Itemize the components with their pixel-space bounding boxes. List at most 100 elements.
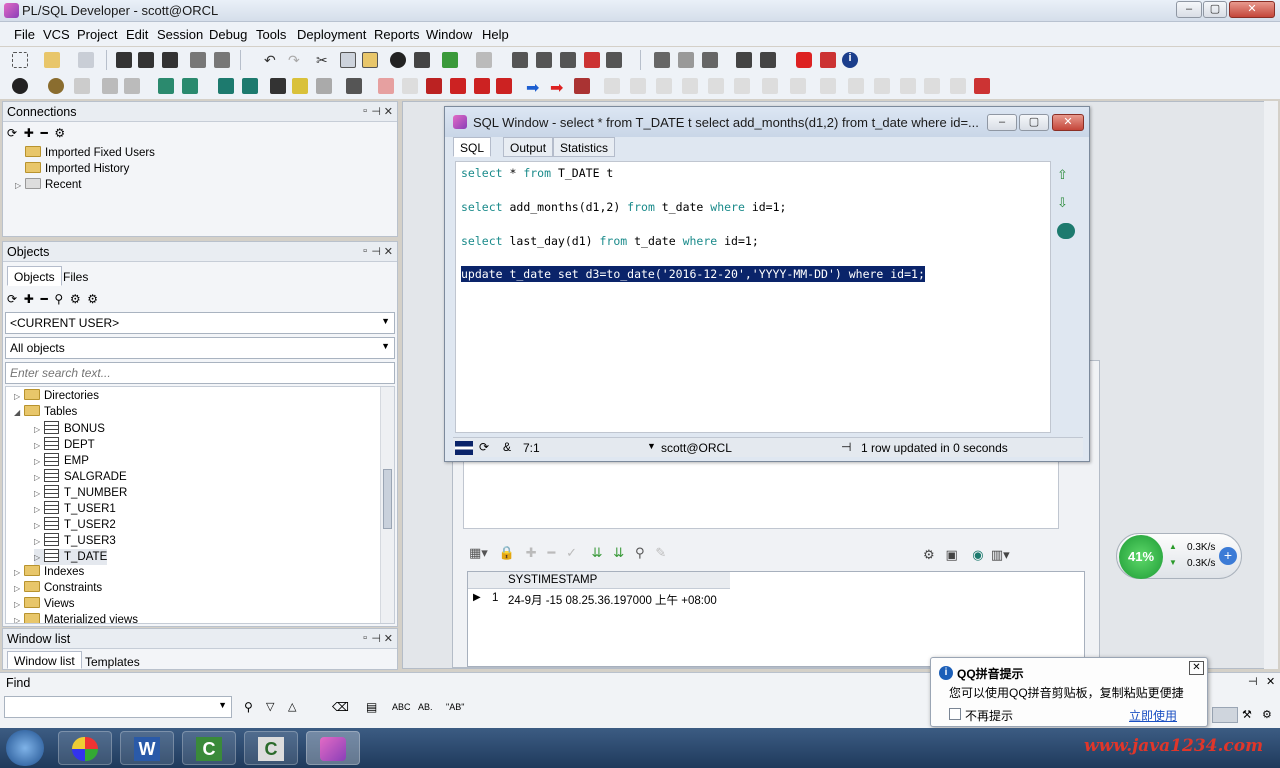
pin-icon[interactable]: ▫ <box>363 105 367 117</box>
toolbar-disabled-5-icon[interactable] <box>708 78 724 94</box>
rollback-icon[interactable] <box>124 78 140 94</box>
oracle-icon[interactable] <box>796 52 812 68</box>
save-as-icon[interactable] <box>138 52 154 68</box>
find-icon[interactable] <box>390 52 406 68</box>
tree-node[interactable]: ◢ Tables <box>14 405 77 421</box>
import-icon[interactable] <box>442 52 458 68</box>
sql-close-button[interactable]: ✕ <box>1052 114 1084 131</box>
wrench-icon[interactable]: ⚙ <box>1262 708 1272 721</box>
whole-word-icon[interactable]: AB. <box>418 702 433 712</box>
tree-node[interactable]: Imported Fixed Users <box>15 146 155 162</box>
toolbar-disabled-13-icon[interactable] <box>924 78 940 94</box>
replace-icon[interactable] <box>414 52 430 68</box>
tree-node[interactable]: ▷ Views <box>14 597 74 613</box>
tab-files[interactable]: Files <box>63 270 88 284</box>
table-row[interactable]: ▷ T_DATE <box>34 549 108 565</box>
terminate-icon[interactable] <box>574 78 590 94</box>
debug-icon[interactable] <box>378 78 394 94</box>
tab-output[interactable]: Output <box>503 137 554 157</box>
step-icon[interactable] <box>496 78 512 94</box>
db2-icon[interactable] <box>242 78 258 94</box>
menu-tools[interactable]: Tools <box>256 27 286 42</box>
close-icon[interactable]: ✕ <box>384 245 393 258</box>
settings-icon[interactable]: ⚒ <box>1242 708 1252 721</box>
find-input[interactable]: ▼ <box>4 696 232 718</box>
save-all-icon[interactable] <box>162 52 178 68</box>
table-row[interactable]: ▷ T_NUMBER <box>34 485 127 501</box>
arrow-red-icon[interactable]: ➡ <box>550 78 566 97</box>
query-builder-icon[interactable] <box>292 78 308 94</box>
add-icon[interactable]: ✚ <box>24 126 34 140</box>
menu-help[interactable]: Help <box>482 27 509 42</box>
search-icon[interactable] <box>12 78 28 94</box>
refresh-icon[interactable]: ⟳ <box>7 292 17 306</box>
tab-objects[interactable]: Objects <box>7 266 62 286</box>
find-prev-icon[interactable]: △ <box>288 700 296 713</box>
cascade-icon[interactable] <box>678 52 694 68</box>
erase-icon[interactable] <box>402 78 418 94</box>
tree-node[interactable]: ▷ Directories <box>14 389 99 405</box>
qq-popup-close-button[interactable]: ✕ <box>1189 661 1204 675</box>
taskbar-app-plsql[interactable] <box>306 731 360 765</box>
save-icon[interactable]: ▣ <box>946 547 958 562</box>
find-next-icon[interactable]: ▽ <box>266 700 274 713</box>
maximize-button[interactable]: ▢ <box>1203 1 1227 18</box>
toolbar-disabled-11-icon[interactable] <box>874 78 890 94</box>
main-scrollbar[interactable] <box>1264 101 1278 669</box>
scrollbar[interactable] <box>380 387 394 623</box>
sql-minimize-button[interactable]: – <box>987 114 1017 131</box>
menu-window[interactable]: Window <box>426 27 472 42</box>
connection-label[interactable]: scott@ORCL <box>661 441 732 455</box>
format-icon[interactable] <box>606 52 622 68</box>
sql-editor[interactable]: select * from T_DATE t select add_months… <box>455 161 1051 433</box>
pin-icon[interactable]: ▫ <box>363 245 367 257</box>
start-button[interactable] <box>6 730 44 766</box>
tree-node[interactable]: ▷ Constraints <box>14 581 102 597</box>
tab-sql[interactable]: SQL <box>453 137 492 157</box>
db-icon[interactable] <box>218 78 234 94</box>
post-icon[interactable]: ✓ <box>566 545 577 560</box>
commit-icon[interactable] <box>102 78 118 94</box>
toolbar-disabled-4-icon[interactable] <box>682 78 698 94</box>
tree-node[interactable]: Imported History <box>15 162 129 178</box>
dock-icon[interactable]: ⊣ <box>371 632 381 645</box>
fetch-last-icon[interactable]: ⇊ <box>613 545 624 560</box>
table-row[interactable]: ▷ T_USER1 <box>34 501 116 517</box>
indent-icon[interactable] <box>536 52 552 68</box>
command-icon[interactable] <box>182 78 198 94</box>
table-row[interactable]: ▷ EMP <box>34 453 89 469</box>
add-row-icon[interactable]: ✚ <box>526 545 537 560</box>
binoculars-icon[interactable]: ⚲ <box>54 292 63 306</box>
cut-icon[interactable]: ✂ <box>316 52 332 68</box>
properties-icon[interactable]: ⚙ <box>54 126 65 140</box>
filter2-icon[interactable]: ⚙ <box>87 292 98 306</box>
info-icon[interactable]: i <box>842 52 858 68</box>
sql-maximize-button[interactable]: ▢ <box>1019 114 1049 131</box>
close-icon[interactable]: ✕ <box>384 105 393 118</box>
table-row[interactable]: ▷ DEPT <box>34 437 95 453</box>
print-icon[interactable] <box>190 52 206 68</box>
regex-icon[interactable]: "AB" <box>446 702 464 712</box>
db-icon[interactable]: ◉ <box>972 547 983 562</box>
close-button[interactable]: ✕ <box>1229 1 1275 18</box>
table-row[interactable]: ▷ SALGRADE <box>34 469 127 485</box>
filter-combo[interactable]: All objects ▼ <box>5 337 395 359</box>
refresh-icon[interactable]: ⟳ <box>479 440 489 454</box>
toolbar-disabled-14-icon[interactable] <box>950 78 966 94</box>
refresh-icon[interactable]: ⟳ <box>7 126 17 140</box>
stop-icon[interactable] <box>426 78 442 94</box>
toolbar-disabled-8-icon[interactable] <box>790 78 806 94</box>
redo-icon[interactable]: ↷ <box>288 52 304 68</box>
tree-node[interactable]: ▷ Indexes <box>14 565 84 581</box>
network-widget[interactable]: 41% ▲ 0.3K/s ▼ 0.3K/s + <box>1116 533 1242 579</box>
fetch-next-icon[interactable]: ⇊ <box>591 545 602 560</box>
keyboard-icon[interactable] <box>1212 707 1238 723</box>
export-icon[interactable]: ⚙ <box>923 547 935 562</box>
binoculars-icon[interactable]: ⚲ <box>244 700 253 714</box>
new-icon[interactable] <box>12 52 28 68</box>
tile-icon[interactable] <box>654 52 670 68</box>
report-icon[interactable] <box>316 78 332 94</box>
toolbar-disabled-6-icon[interactable] <box>734 78 750 94</box>
beautify-icon[interactable] <box>584 52 600 68</box>
page-setup-icon[interactable] <box>214 52 230 68</box>
